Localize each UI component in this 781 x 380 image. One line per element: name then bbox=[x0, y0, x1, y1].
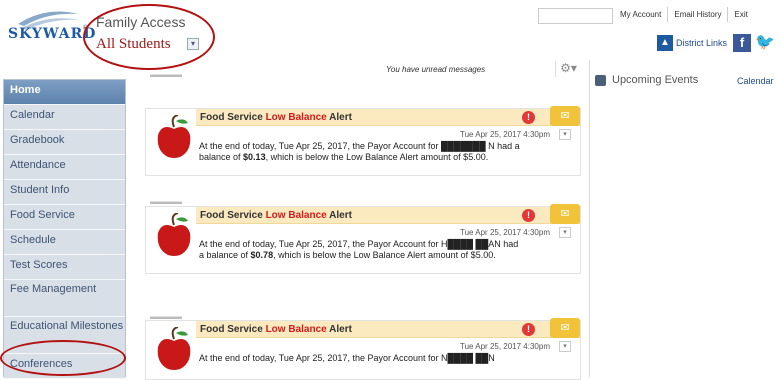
card-body: At the end of today, Tue Apr 25, 2017, t… bbox=[199, 141, 520, 162]
timestamp: Tue Apr 25, 2017 4:30pm bbox=[460, 342, 550, 351]
sidebar-item-schedule[interactable]: Schedule bbox=[4, 230, 125, 255]
top-links: My Account Email History Exit bbox=[614, 7, 754, 22]
gear-icon[interactable]: ⚙▾ bbox=[555, 61, 581, 77]
card-title: Food Service Low Balance Alert bbox=[200, 210, 352, 221]
sidebar-item-gradebook[interactable]: Gradebook bbox=[4, 130, 125, 155]
card-body: At the end of today, Tue Apr 25, 2017, t… bbox=[199, 239, 519, 260]
card-title: Food Service Low Balance Alert bbox=[200, 324, 352, 335]
sidebar-item-student-info[interactable]: Student Info bbox=[4, 180, 125, 205]
facebook-icon[interactable]: f bbox=[733, 34, 752, 52]
alert-card: Food Service Low Balance Alert ! ✉ Tue A… bbox=[145, 318, 581, 380]
district-links-link[interactable]: District Links bbox=[676, 38, 727, 48]
email-history-link[interactable]: Email History bbox=[667, 7, 728, 22]
chat-icon[interactable]: ✉ bbox=[550, 204, 580, 224]
timestamp: Tue Apr 25, 2017 4:30pm bbox=[460, 130, 550, 139]
district-links-bar: ▲ District Links f 🐦 bbox=[657, 34, 775, 52]
card-header: Food Service Low Balance Alert ! ✉ bbox=[196, 318, 580, 338]
exit-link[interactable]: Exit bbox=[727, 7, 754, 22]
timestamp: Tue Apr 25, 2017 4:30pm bbox=[460, 228, 550, 237]
annotation-circle bbox=[0, 340, 126, 376]
post-label: ▬▬▬▬ bbox=[150, 197, 182, 206]
unread-messages-link[interactable]: You have unread messages bbox=[386, 65, 485, 74]
sidebar-item-home[interactable]: Home bbox=[4, 80, 125, 105]
card-body: At the end of today, Tue Apr 25, 2017, t… bbox=[199, 353, 495, 363]
events-title: Upcoming Events bbox=[612, 74, 699, 86]
card-title: Food Service Low Balance Alert bbox=[200, 112, 352, 123]
calendar-icon bbox=[595, 75, 606, 86]
chevron-down-icon[interactable]: ▾ bbox=[559, 341, 571, 352]
sidebar-item-test-scores[interactable]: Test Scores bbox=[4, 255, 125, 280]
alert-icon: ! bbox=[522, 209, 535, 222]
chevron-down-icon[interactable]: ▾ bbox=[559, 227, 571, 238]
chat-icon[interactable]: ✉ bbox=[550, 106, 580, 126]
my-account-link[interactable]: My Account bbox=[614, 7, 668, 22]
district-icon[interactable]: ▲ bbox=[657, 35, 673, 51]
sidebar-item-fee-management[interactable]: Fee Management bbox=[4, 280, 125, 317]
panel-divider bbox=[589, 60, 590, 377]
alert-card: Food Service Low Balance Alert ! ✉ Tue A… bbox=[145, 106, 581, 176]
alert-icon: ! bbox=[522, 111, 535, 124]
apple-icon bbox=[157, 213, 191, 256]
chevron-down-icon[interactable]: ▾ bbox=[559, 129, 571, 140]
card-header: Food Service Low Balance Alert ! ✉ bbox=[196, 106, 580, 126]
upcoming-events-header: Upcoming Events Calendar bbox=[595, 73, 781, 91]
apple-icon bbox=[157, 327, 191, 370]
alert-card: Food Service Low Balance Alert ! ✉ Tue A… bbox=[145, 204, 581, 274]
sidebar-nav: Home Calendar Gradebook Attendance Stude… bbox=[3, 79, 126, 379]
chat-icon[interactable]: ✉ bbox=[550, 318, 580, 338]
sidebar-item-attendance[interactable]: Attendance bbox=[4, 155, 125, 180]
search-input[interactable] bbox=[538, 8, 613, 24]
card-header: Food Service Low Balance Alert ! ✉ bbox=[196, 204, 580, 224]
twitter-icon[interactable]: 🐦 bbox=[755, 34, 775, 52]
post-label: ▬▬▬▬ bbox=[150, 70, 182, 79]
sidebar-item-calendar[interactable]: Calendar bbox=[4, 105, 125, 130]
apple-icon bbox=[157, 115, 191, 158]
alert-icon: ! bbox=[522, 323, 535, 336]
annotation-circle bbox=[83, 4, 215, 70]
sidebar-item-food-service[interactable]: Food Service bbox=[4, 205, 125, 230]
calendar-link[interactable]: Calendar bbox=[737, 76, 774, 86]
